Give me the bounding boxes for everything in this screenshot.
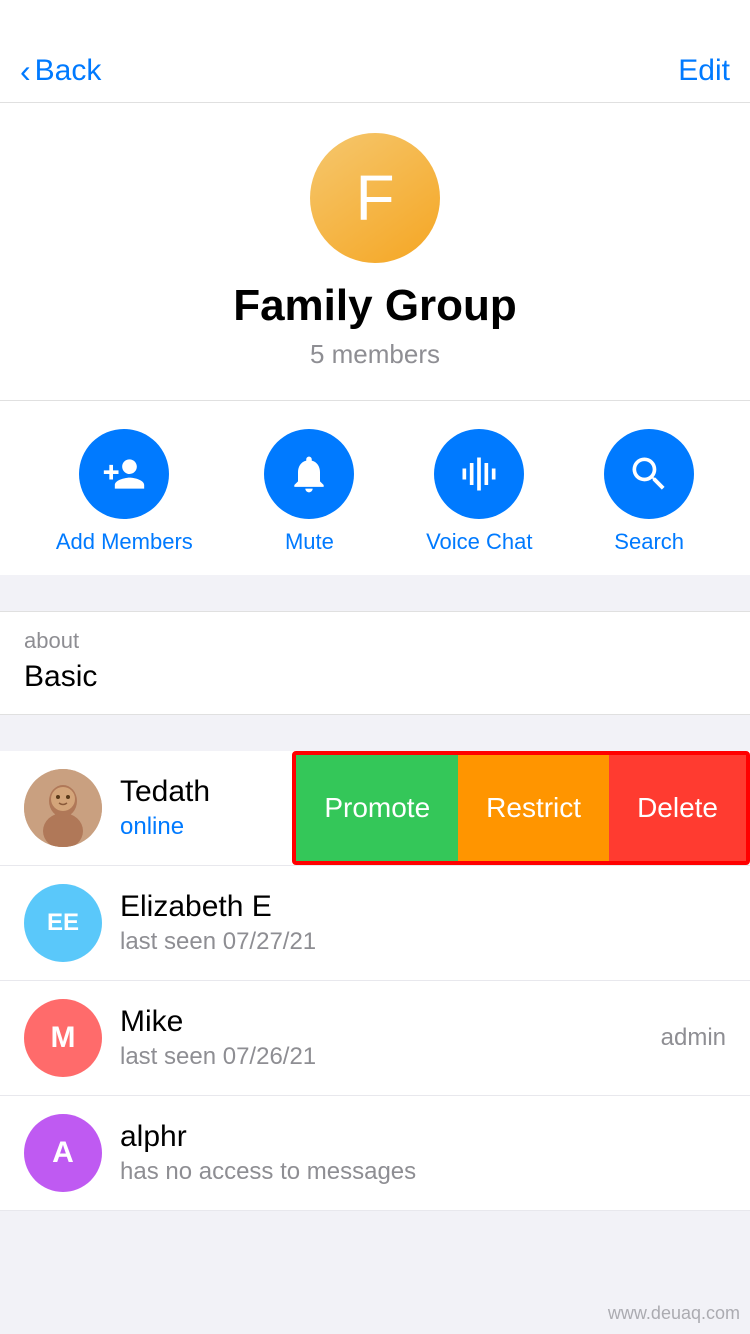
voice-chat-icon-circle [434,429,524,519]
member-name: Elizabeth E [120,890,726,924]
profile-section: F Family Group 5 members [0,103,750,400]
header: ‹ Back Edit [0,0,750,103]
member-role: admin [661,1024,726,1052]
member-name: Mike [120,1005,661,1039]
action-voice-chat[interactable]: Voice Chat [426,429,532,555]
edit-button[interactable]: Edit [678,54,730,88]
member-name: alphr [120,1120,726,1154]
promote-button[interactable]: Promote [296,755,458,861]
chevron-left-icon: ‹ [20,55,31,87]
member-info: alphr has no access to messages [120,1120,726,1186]
bell-icon [287,452,331,496]
about-label: about [24,628,726,654]
add-members-icon-circle [79,429,169,519]
action-add-members[interactable]: Add Members [56,429,193,555]
table-row[interactable]: EE Elizabeth E last seen 07/27/21 [0,866,750,981]
about-value: Basic [24,660,726,694]
member-count: 5 members [310,339,440,370]
table-row[interactable]: A alphr has no access to messages [0,1096,750,1211]
member-status: last seen 07/27/21 [120,928,726,956]
table-row[interactable]: M Mike last seen 07/26/21 admin [0,981,750,1096]
member-status: last seen 07/26/21 [120,1043,661,1071]
table-row[interactable]: Tedath online owner Promote Restrict Del… [0,751,750,866]
member-info: Elizabeth E last seen 07/27/21 [120,890,726,956]
group-avatar: F [310,133,440,263]
avatar: M [24,999,102,1077]
avatar: EE [24,884,102,962]
action-search[interactable]: Search [604,429,694,555]
action-mute[interactable]: Mute [264,429,354,555]
mute-icon-circle [264,429,354,519]
tedath-avatar-image [24,769,102,847]
swipe-actions: Promote Restrict Delete [292,751,750,865]
restrict-button[interactable]: Restrict [458,755,609,861]
member-status: has no access to messages [120,1158,726,1186]
members-section: Tedath online owner Promote Restrict Del… [0,751,750,1211]
avatar: A [24,1114,102,1192]
group-name: Family Group [233,281,517,331]
search-icon [627,452,671,496]
voice-chat-label: Voice Chat [426,529,532,555]
search-label: Search [614,529,684,555]
about-section: about Basic [0,611,750,715]
member-info: Mike last seen 07/26/21 [120,1005,661,1071]
back-button[interactable]: ‹ Back [20,54,101,88]
add-person-icon [102,452,146,496]
separator-1 [0,575,750,611]
avatar [24,769,102,847]
microphone-bars-icon [457,452,501,496]
mute-label: Mute [285,529,334,555]
watermark: www.deuaq.com [608,1303,740,1324]
search-icon-circle [604,429,694,519]
back-label: Back [35,54,102,88]
actions-section: Add Members Mute Voice Chat Search [0,400,750,575]
delete-button[interactable]: Delete [609,755,746,861]
add-members-label: Add Members [56,529,193,555]
separator-2 [0,715,750,751]
avatar-letter: F [355,161,394,235]
